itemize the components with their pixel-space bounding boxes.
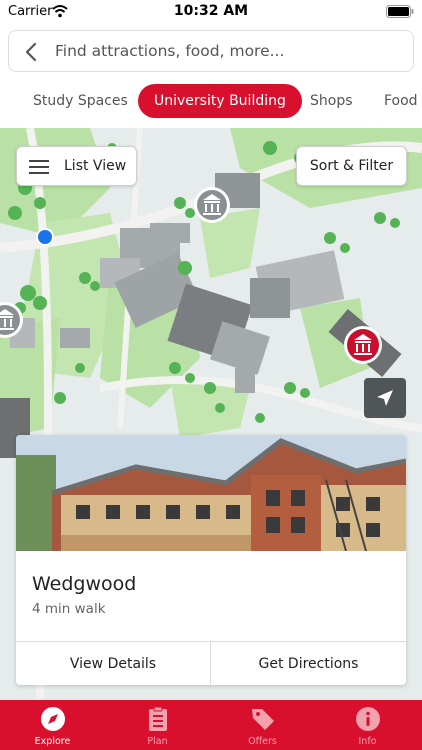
clipboard-icon <box>149 706 167 731</box>
list-view-label: List View <box>64 158 127 174</box>
selected-building-pin-icon[interactable] <box>344 326 382 364</box>
list-view-button[interactable]: List View <box>16 146 137 186</box>
status-bar: Carrier 10:32 AM <box>0 0 422 24</box>
tab-plan-label: Plan <box>147 736 168 747</box>
place-photo <box>16 435 406 551</box>
current-location-dot <box>38 230 52 244</box>
status-time: 10:32 AM <box>173 3 249 19</box>
search-input[interactable]: Find attractions, food, more... <box>8 30 414 72</box>
sort-filter-button[interactable]: Sort & Filter <box>296 146 407 186</box>
tab-offers-label: Offers <box>248 736 277 747</box>
navigation-arrow-icon <box>377 390 393 406</box>
tab-university-building[interactable]: University Building <box>138 84 302 118</box>
tab-plan[interactable]: Plan <box>105 700 210 750</box>
campus-map[interactable]: List View Sort & Filter Wedgwood 4 min w… <box>0 128 422 700</box>
tab-offers[interactable]: Offers <box>210 700 315 750</box>
battery-icon <box>386 5 414 18</box>
building-pin-icon[interactable] <box>194 187 230 223</box>
category-tabs: Study Spaces University Building Shops F… <box>0 84 422 120</box>
tab-explore[interactable]: Explore <box>0 700 105 750</box>
tab-explore-label: Explore <box>34 736 71 747</box>
place-name: Wedgwood <box>32 573 137 595</box>
tab-info-label: Info <box>358 736 377 747</box>
search-placeholder: Find attractions, food, more... <box>55 42 285 60</box>
info-icon <box>356 707 380 731</box>
tab-study-spaces[interactable]: Study Spaces <box>33 84 128 118</box>
tag-icon <box>252 709 274 730</box>
place-distance: 4 min walk <box>32 601 106 617</box>
card-actions: View Details Get Directions <box>16 641 406 685</box>
list-icon <box>29 160 49 174</box>
back-arrow-icon[interactable] <box>23 42 39 62</box>
tab-shops[interactable]: Shops <box>310 84 353 118</box>
bottom-tab-bar: Explore Plan Offers Info <box>0 700 422 750</box>
place-card[interactable]: Wedgwood 4 min walk View Details Get Dir… <box>16 435 406 685</box>
tab-info[interactable]: Info <box>315 700 420 750</box>
view-details-button[interactable]: View Details <box>16 642 211 685</box>
compass-icon <box>41 707 65 731</box>
locate-me-button[interactable] <box>364 378 406 418</box>
tab-food[interactable]: Food <box>384 84 418 118</box>
get-directions-button[interactable]: Get Directions <box>211 642 406 685</box>
